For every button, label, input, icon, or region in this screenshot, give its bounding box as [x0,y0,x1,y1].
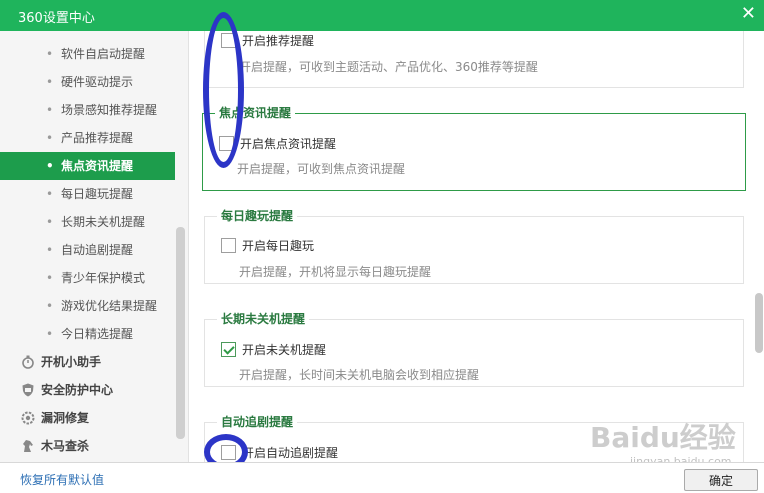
sidebar-item-focus-news[interactable]: • 焦点资讯提醒 [0,152,175,180]
sidebar: • 软件自启动提醒 • 硬件驱动提示 • 场景感知推荐提醒 • 产品推荐提醒 •… [0,31,189,462]
bullet-icon: • [46,187,54,201]
sidebar-item-label: 青少年保护模式 [61,271,146,285]
bullet-icon: • [46,103,54,117]
sidebar-item-label: 游戏优化结果提醒 [61,299,158,313]
sidebar-item-label: 今日精选提醒 [61,327,134,341]
sidebar-item-product-recommend[interactable]: • 产品推荐提醒 [0,124,175,152]
sidebar-item-label: 每日趣玩提醒 [61,187,134,201]
section-description: 开启提醒，开机将显示每日趣玩提醒 [239,265,432,279]
sidebar-item-teen-mode[interactable]: • 青少年保护模式 [0,264,175,292]
section-legend: 每日趣玩提醒 [217,208,298,224]
sidebar-item-long-uptime[interactable]: • 长期未关机提醒 [0,208,175,236]
section-auto-drama: 自动追剧提醒 开启自动追剧提醒 [204,414,744,462]
bullet-icon: • [46,47,54,61]
ok-button[interactable]: 确定 [684,469,758,491]
settings-panel: 开启推荐提醒 开启提醒，可收到主题活动、产品优化、360推荐等提醒 焦点资讯提醒… [190,31,764,462]
section-long-uptime: 长期未关机提醒 开启未关机提醒 开启提醒，长时间未关机电脑会收到相应提醒 [204,311,744,387]
horse-icon [23,440,33,452]
sidebar-item-label: 漏洞修复 [41,411,90,425]
bullet-icon: • [46,131,54,145]
bullet-icon: • [46,299,54,313]
checkbox-label: 开启自动追剧提醒 [242,446,339,460]
section-daily-fun: 每日趣玩提醒 开启每日趣玩 开启提醒，开机将显示每日趣玩提醒 [204,208,744,284]
sidebar-item-auto-drama[interactable]: • 自动追剧提醒 [0,236,175,264]
section-description: 开启提醒，可收到主题活动、产品优化、360推荐等提醒 [239,60,538,74]
checkbox-focus-news[interactable] [219,136,234,151]
checkbox-daily-fun[interactable] [221,238,236,253]
checkbox-label: 开启未关机提醒 [242,343,327,357]
sidebar-item-label: 安全防护中心 [41,383,114,397]
gear-icon [21,411,35,425]
section-recommend: 开启推荐提醒 开启提醒，可收到主题活动、产品优化、360推荐等提醒 [204,31,744,88]
shield-icon [22,383,34,397]
sidebar-item-label: 焦点资讯提醒 [61,159,134,173]
sidebar-item-daily-fun[interactable]: • 每日趣玩提醒 [0,180,175,208]
section-legend: 焦点资讯提醒 [215,105,296,121]
bullet-icon: • [46,327,54,341]
title-bar: 360设置中心 ✕ [0,0,764,31]
sidebar-item-label: 木马查杀 [41,439,90,453]
footer-bar: 恢复所有默认值 确定 [0,462,764,493]
sidebar-item-today-picks[interactable]: • 今日精选提醒 [0,320,175,348]
section-legend: 长期未关机提醒 [217,311,310,327]
sidebar-item-software-autostart[interactable]: • 软件自启动提醒 [0,40,175,68]
sidebar-scrollbar[interactable] [176,227,185,439]
section-focus-news: 焦点资讯提醒 开启焦点资讯提醒 开启提醒，可收到焦点资讯提醒 [202,105,746,191]
checkbox-recommend[interactable] [221,33,236,48]
sidebar-item-hardware-driver[interactable]: • 硬件驱动提示 [0,68,175,96]
sidebar-item-game-optimize[interactable]: • 游戏优化结果提醒 [0,292,175,320]
section-legend: 自动追剧提醒 [217,414,298,430]
checkbox-label: 开启推荐提醒 [242,34,315,48]
window-title: 360设置中心 [18,11,95,26]
sidebar-item-security-center[interactable]: 安全防护中心 [0,376,175,404]
section-description: 开启提醒，可收到焦点资讯提醒 [237,162,406,176]
bullet-icon: • [46,271,54,285]
checkbox-long-uptime[interactable] [221,342,236,357]
sidebar-item-vuln-repair[interactable]: 漏洞修复 [0,404,175,432]
sidebar-item-trojan-scan[interactable]: 木马查杀 [0,432,175,460]
sidebar-item-label: 自动追剧提醒 [61,243,134,257]
sidebar-item-boot-assistant[interactable]: 开机小助手 [0,348,175,376]
sidebar-item-scene-recommend[interactable]: • 场景感知推荐提醒 [0,96,175,124]
bullet-icon: • [46,243,54,257]
sidebar-item-label: 开机小助手 [41,355,102,369]
checkbox-label: 开启焦点资讯提醒 [240,137,337,151]
sidebar-item-label: 硬件驱动提示 [61,75,134,89]
content-scrollbar[interactable] [755,293,763,353]
bullet-icon: • [46,159,54,173]
sidebar-item-label: 软件自启动提醒 [61,47,146,61]
restore-defaults-link[interactable]: 恢复所有默认值 [20,471,104,488]
bullet-icon: • [46,75,54,89]
sidebar-item-label: 产品推荐提醒 [61,131,134,145]
close-icon[interactable]: ✕ [741,3,756,25]
sidebar-item-label: 场景感知推荐提醒 [61,103,158,117]
sidebar-item-label: 长期未关机提醒 [61,215,146,229]
section-description: 开启提醒，长时间未关机电脑会收到相应提醒 [239,368,480,382]
checkbox-auto-drama[interactable] [221,445,236,460]
stopwatch-icon [22,355,34,369]
bullet-icon: • [46,215,54,229]
checkbox-label: 开启每日趣玩 [242,239,315,253]
